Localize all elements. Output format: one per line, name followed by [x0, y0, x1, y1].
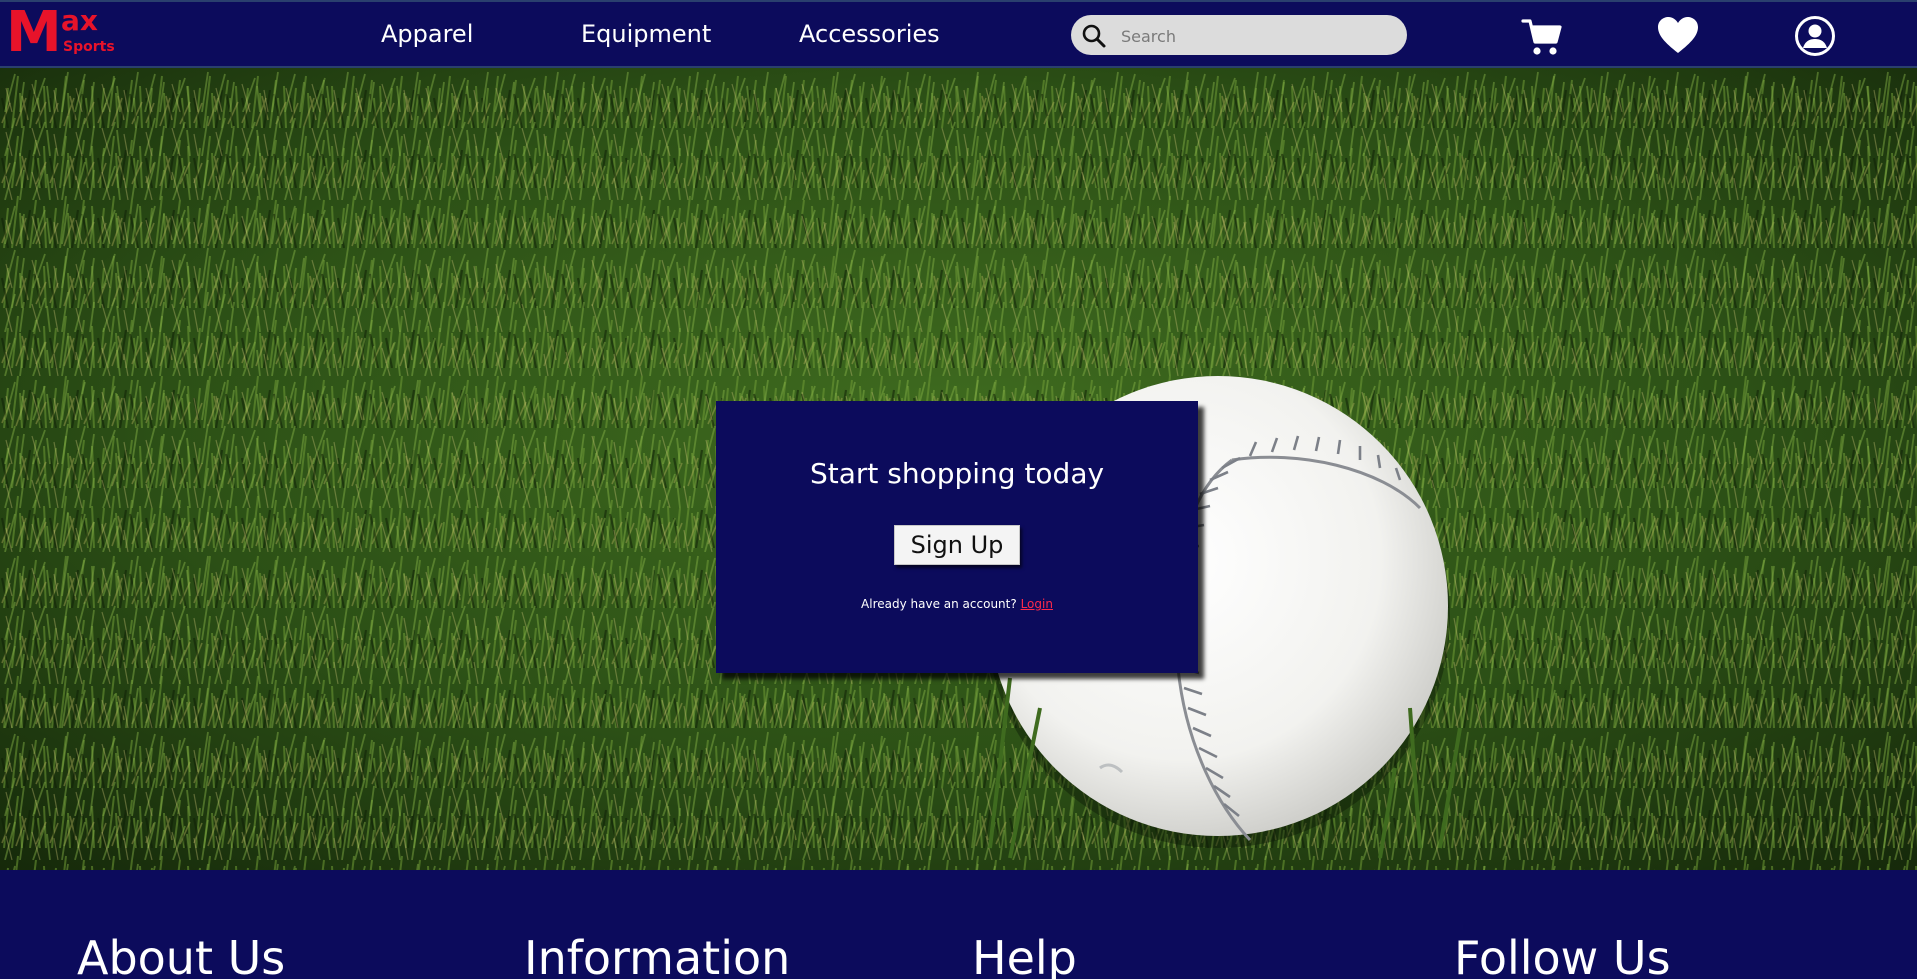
footer: About Us Information Help Follow Us [0, 870, 1917, 979]
logo-letter-m: M [6, 0, 62, 65]
login-prompt: Already have an account? Login [716, 596, 1198, 612]
search-input[interactable] [1119, 23, 1393, 49]
login-link[interactable]: Login [1021, 597, 1053, 611]
footer-heading-information: Information [524, 931, 791, 979]
nav-link-apparel[interactable]: Apparel [381, 19, 473, 49]
cart-icon[interactable] [1520, 14, 1564, 58]
signup-card: Start shopping today Sign Up Already hav… [716, 401, 1198, 673]
heart-icon[interactable] [1656, 14, 1700, 58]
logo-sports-text: Sports [63, 39, 115, 55]
top-navigation-bar: M ax Sports Apparel Equipment Accessorie… [0, 0, 1917, 68]
footer-heading-follow-us: Follow Us [1454, 931, 1671, 979]
nav-link-accessories[interactable]: Accessories [799, 19, 940, 49]
login-prompt-text: Already have an account? [861, 597, 1017, 611]
sign-up-button[interactable]: Sign Up [894, 525, 1020, 565]
card-headline: Start shopping today [809, 457, 1105, 490]
max-sports-logo[interactable]: M ax Sports [6, 3, 126, 63]
nav-link-equipment[interactable]: Equipment [581, 19, 711, 49]
search-icon[interactable] [1081, 23, 1107, 49]
logo-letters-ax: ax [61, 4, 98, 37]
hero-section: Start shopping today Sign Up Already hav… [0, 68, 1917, 870]
user-account-icon[interactable] [1793, 14, 1837, 58]
search-bar[interactable] [1071, 15, 1407, 55]
footer-heading-help: Help [972, 931, 1077, 979]
footer-heading-about-us: About Us [77, 931, 286, 979]
